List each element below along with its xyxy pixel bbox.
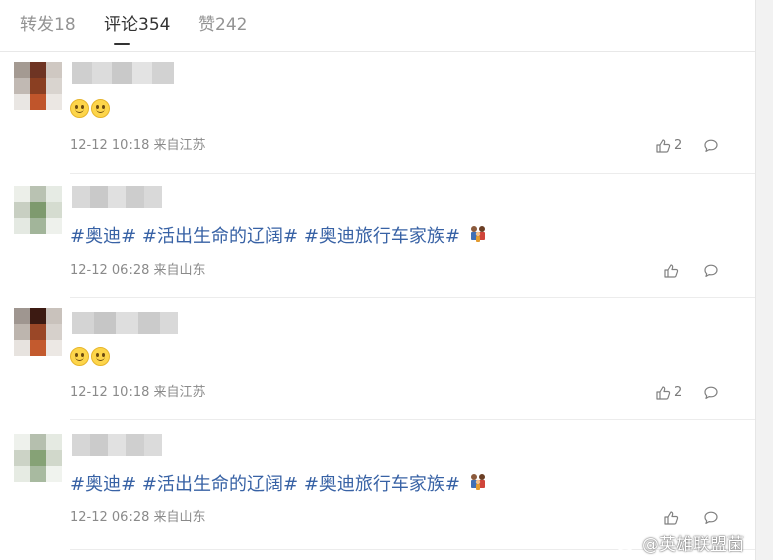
comment-actions bbox=[655, 263, 735, 279]
like-count: 2 bbox=[674, 138, 683, 153]
comment-actions: 2 bbox=[655, 138, 735, 154]
comment-source: 来自山东 bbox=[153, 510, 206, 525]
like-button[interactable] bbox=[663, 510, 682, 526]
hashtag-link[interactable]: #奥迪旅行车家族# bbox=[304, 474, 460, 495]
hashtag-link[interactable]: #奥迪# bbox=[70, 226, 136, 247]
comment-source: 来自江苏 bbox=[153, 138, 206, 153]
comment-meta: 12-12 10:18 来自江苏 bbox=[70, 385, 206, 401]
comment-source: 来自江苏 bbox=[153, 385, 206, 400]
tab-repost[interactable]: 转发18 bbox=[20, 14, 76, 36]
active-tab-indicator bbox=[114, 43, 130, 45]
watermark: @英雄联盟菌 bbox=[614, 530, 744, 555]
reply-button[interactable] bbox=[703, 510, 719, 530]
hashtag-link[interactable]: #活出生命的辽阔# bbox=[142, 474, 298, 495]
tab-like[interactable]: 赞242 bbox=[198, 14, 247, 36]
smile-emoji-icon bbox=[70, 99, 89, 118]
comment-item: #奥迪# #活出生命的辽阔# #奥迪旅行车家族# 12-12 06:28 来自山… bbox=[0, 174, 755, 298]
comment-content: #奥迪# #活出生命的辽阔# #奥迪旅行车家族# bbox=[70, 472, 488, 497]
comment-panel: 转发18 评论354 赞242 12-12 10:18 来自江苏 2 #奥迪# … bbox=[0, 0, 756, 560]
comment-date: 12-12 10:18 bbox=[70, 138, 150, 153]
family-emoji-icon bbox=[470, 226, 485, 242]
reply-button[interactable] bbox=[703, 385, 719, 405]
smile-emoji-icon bbox=[91, 347, 110, 366]
tab-comment[interactable]: 评论354 bbox=[104, 14, 170, 36]
comment-actions: 2 bbox=[655, 385, 735, 401]
family-emoji-icon bbox=[470, 474, 485, 490]
smile-emoji-icon bbox=[70, 347, 89, 366]
comment-date: 12-12 06:28 bbox=[70, 510, 150, 525]
comment-content bbox=[70, 346, 112, 370]
speech-bubble-icon bbox=[704, 511, 718, 524]
hashtag-link[interactable]: #奥迪# bbox=[70, 474, 136, 495]
comment-source: 来自山东 bbox=[153, 263, 206, 278]
speech-bubble-icon bbox=[704, 139, 718, 152]
comment-actions bbox=[655, 510, 735, 526]
like-button[interactable] bbox=[663, 263, 682, 279]
avatar[interactable] bbox=[14, 434, 62, 482]
tab-bar: 转发18 评论354 赞242 bbox=[0, 0, 755, 52]
comment-meta: 12-12 06:28 来自山东 bbox=[70, 510, 206, 526]
comment-content: #奥迪# #活出生命的辽阔# #奥迪旅行车家族# bbox=[70, 224, 488, 249]
like-button[interactable]: 2 bbox=[655, 138, 682, 154]
avatar[interactable] bbox=[14, 186, 62, 234]
comment-item: 12-12 10:18 来自江苏 2 bbox=[0, 52, 755, 174]
thumbs-up-icon bbox=[664, 511, 679, 525]
like-count: 2 bbox=[674, 385, 683, 400]
thumbs-up-icon bbox=[656, 139, 671, 153]
comment-item: 12-12 10:18 来自江苏 2 bbox=[0, 298, 755, 420]
thumbs-up-icon bbox=[664, 264, 679, 278]
reply-button[interactable] bbox=[703, 263, 719, 283]
reply-button[interactable] bbox=[703, 138, 719, 158]
hashtag-link[interactable]: #奥迪旅行车家族# bbox=[304, 226, 460, 247]
speech-bubble-icon bbox=[704, 264, 718, 277]
hashtag-link[interactable]: #活出生命的辽阔# bbox=[142, 226, 298, 247]
like-button[interactable]: 2 bbox=[655, 385, 682, 401]
weibo-icon bbox=[615, 533, 638, 552]
comment-date: 12-12 10:18 bbox=[70, 385, 150, 400]
speech-bubble-icon bbox=[704, 386, 718, 399]
smile-emoji-icon bbox=[91, 99, 110, 118]
comment-date: 12-12 06:28 bbox=[70, 263, 150, 278]
comment-meta: 12-12 10:18 来自江苏 bbox=[70, 138, 206, 154]
thumbs-up-icon bbox=[656, 386, 671, 400]
avatar[interactable] bbox=[14, 308, 62, 356]
comment-content bbox=[70, 98, 112, 122]
comment-meta: 12-12 06:28 来自山东 bbox=[70, 263, 206, 279]
avatar[interactable] bbox=[14, 62, 62, 110]
watermark-handle: @英雄联盟菌 bbox=[642, 534, 744, 555]
